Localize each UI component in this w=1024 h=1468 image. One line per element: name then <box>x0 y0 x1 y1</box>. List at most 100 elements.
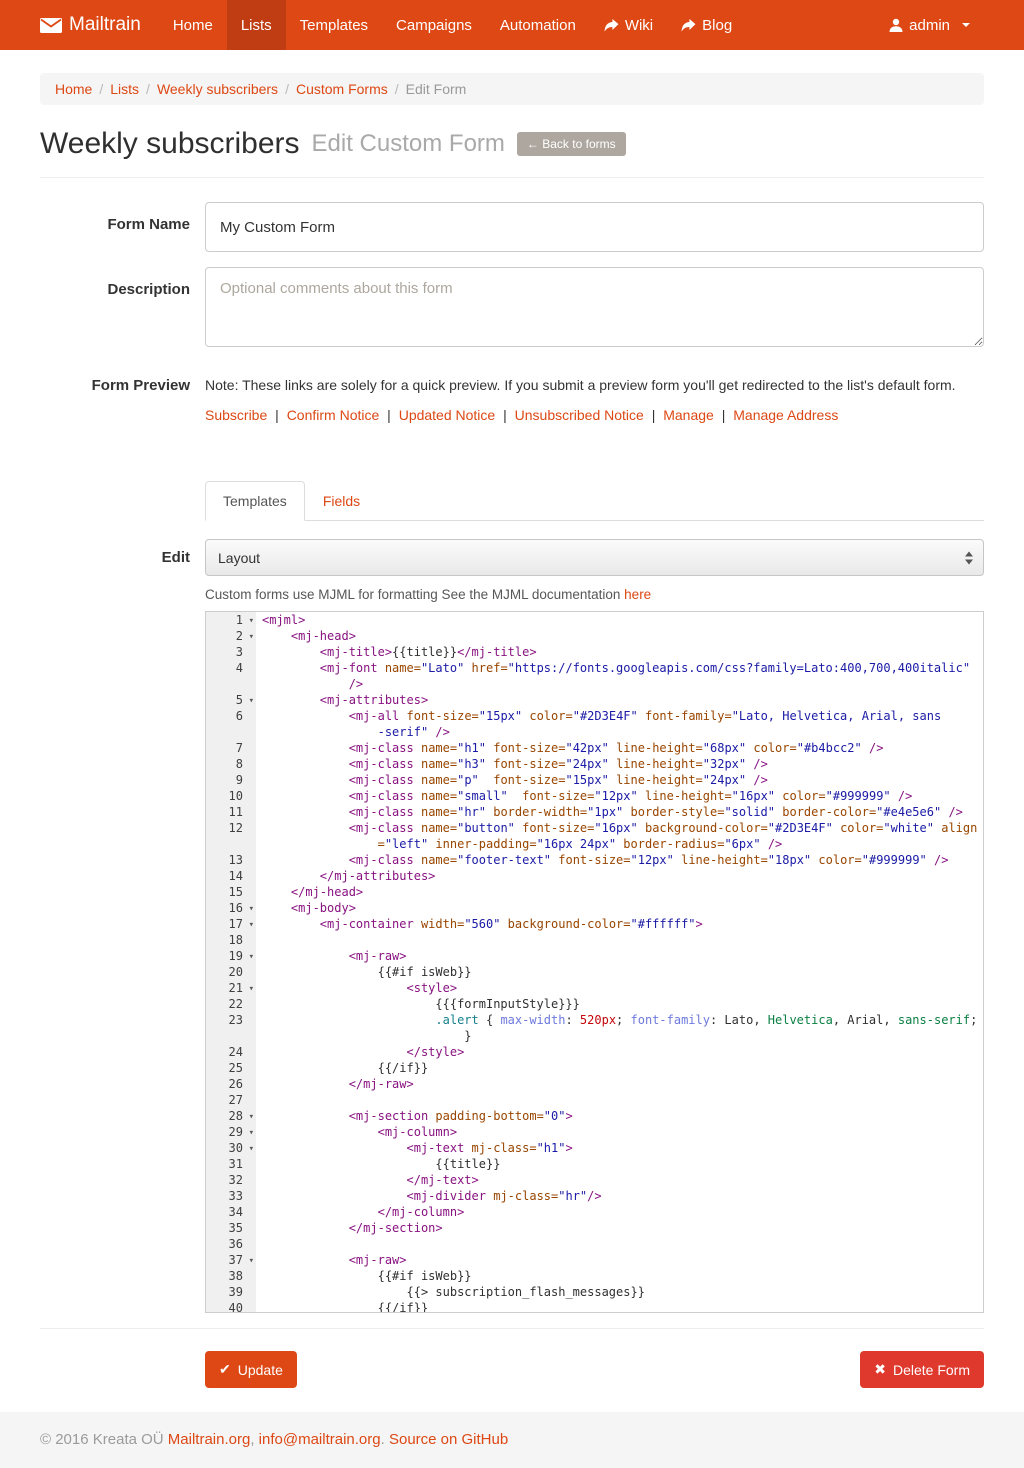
nav-item-wiki[interactable]: Wiki <box>590 0 667 50</box>
line-number: 21▾ <box>206 980 256 996</box>
code-content: /> <box>256 676 983 692</box>
form-name-label: Form Name <box>40 202 190 252</box>
code-line: 23 .alert { max-width: 520px; font-famil… <box>206 1012 983 1028</box>
code-content: <mj-text mj-class="h1"> <box>256 1140 983 1156</box>
line-number: 2▾ <box>206 628 256 644</box>
nav-item-lists[interactable]: Lists <box>227 0 286 50</box>
code-content: <mj-divider mj-class="hr"/> <box>256 1188 983 1204</box>
brand-logo[interactable]: Mailtrain <box>40 0 159 50</box>
line-number: 27 <box>206 1092 256 1108</box>
preview-link-manage[interactable]: Manage <box>663 407 714 423</box>
breadcrumb-separator: / <box>388 81 406 97</box>
code-line: 2▾ <mj-head> <box>206 628 983 644</box>
fold-arrow-icon[interactable]: ▾ <box>249 901 254 917</box>
code-line: 8 <mj-class name="h3" font-size="24px" l… <box>206 756 983 772</box>
code-line: 6 <mj-all font-size="15px" color="#2D3E4… <box>206 708 983 724</box>
code-line: 35 </mj-section> <box>206 1220 983 1236</box>
breadcrumb-link-home[interactable]: Home <box>55 81 92 97</box>
preview-link-separator: | <box>714 407 733 423</box>
footer-link-mailtrain-org[interactable]: Mailtrain.org <box>168 1431 251 1448</box>
nav-item-blog[interactable]: Blog <box>667 0 746 50</box>
form-name-input[interactable] <box>205 202 984 252</box>
tab-templates[interactable]: Templates <box>205 481 305 521</box>
line-number: 5▾ <box>206 692 256 708</box>
code-line: 7 <mj-class name="h1" font-size="42px" l… <box>206 740 983 756</box>
nav-item-home[interactable]: Home <box>159 0 227 50</box>
code-content: <mj-font name="Lato" href="https://fonts… <box>256 660 983 676</box>
footer-link-info-mailtrain-org[interactable]: info@mailtrain.org <box>259 1431 381 1448</box>
preview-link-updated-notice[interactable]: Updated Notice <box>399 407 496 423</box>
footer-link-source-on-github[interactable]: Source on GitHub <box>389 1431 508 1448</box>
form-preview-label: Form Preview <box>40 375 190 423</box>
preview-link-manage-address[interactable]: Manage Address <box>733 407 838 423</box>
preview-link-subscribe[interactable]: Subscribe <box>205 407 267 423</box>
code-line: 39 {{> subscription_flash_messages}} <box>206 1284 983 1300</box>
code-content <box>256 1236 983 1252</box>
fold-arrow-icon[interactable]: ▾ <box>249 693 254 709</box>
line-number: 40 <box>206 1300 256 1313</box>
fold-arrow-icon[interactable]: ▾ <box>249 949 254 965</box>
code-line: 30▾ <mj-text mj-class="h1"> <box>206 1140 983 1156</box>
line-number: 37▾ <box>206 1252 256 1268</box>
tab-fields[interactable]: Fields <box>305 481 378 521</box>
breadcrumb-link-custom-forms[interactable]: Custom Forms <box>296 81 388 97</box>
code-line: ="left" inner-padding="16px 24px" border… <box>206 836 983 852</box>
edit-label: Edit <box>40 539 190 576</box>
line-number: 16▾ <box>206 900 256 916</box>
back-to-forms-button[interactable]: ← Back to forms <box>517 132 626 156</box>
preview-link-unsubscribed-notice[interactable]: Unsubscribed Notice <box>515 407 644 423</box>
code-line: 40 {{/if}} <box>206 1300 983 1313</box>
code-content: <mj-class name="small" font-size="12px" … <box>256 788 983 804</box>
code-content: </mj-raw> <box>256 1076 983 1092</box>
user-menu[interactable]: admin <box>875 17 984 34</box>
code-content <box>256 1092 983 1108</box>
breadcrumb-link-lists[interactable]: Lists <box>110 81 139 97</box>
code-line: 36 <box>206 1236 983 1252</box>
top-navbar: Mailtrain HomeListsTemplatesCampaignsAut… <box>0 0 1024 50</box>
description-textarea[interactable] <box>205 267 984 347</box>
code-content: {{/if}} <box>256 1060 983 1076</box>
fold-arrow-icon[interactable]: ▾ <box>249 1109 254 1125</box>
line-number: 30▾ <box>206 1140 256 1156</box>
footer-text: © 2016 Kreata OÜ Mailtrain.org, info@mai… <box>40 1431 984 1448</box>
edit-template-select[interactable]: Layout <box>205 539 984 576</box>
line-number: 19▾ <box>206 948 256 964</box>
fold-arrow-icon[interactable]: ▾ <box>249 1141 254 1157</box>
delete-form-button[interactable]: ✖ Delete Form <box>860 1351 984 1388</box>
fold-arrow-icon[interactable]: ▾ <box>249 1253 254 1269</box>
fold-arrow-icon[interactable]: ▾ <box>249 1125 254 1141</box>
select-value: Layout <box>218 550 260 566</box>
code-content: {{title}} <box>256 1156 983 1172</box>
preview-link-confirm-notice[interactable]: Confirm Notice <box>287 407 380 423</box>
fold-arrow-icon[interactable]: ▾ <box>249 981 254 997</box>
line-number: 1▾ <box>206 612 256 628</box>
footer-copyright: , <box>250 1431 258 1448</box>
line-number: 15 <box>206 884 256 900</box>
code-line: 34 </mj-column> <box>206 1204 983 1220</box>
mjml-doc-link[interactable]: here <box>624 587 651 602</box>
code-content: <mj-all font-size="15px" color="#2D3E4F"… <box>256 708 983 724</box>
line-number: 8 <box>206 756 256 772</box>
line-number: 6 <box>206 708 256 724</box>
mjml-code-editor[interactable]: 1▾<mjml>2▾ <mj-head>3 <mj-title>{{title}… <box>205 611 984 1313</box>
line-number: 36 <box>206 1236 256 1252</box>
nav-item-templates[interactable]: Templates <box>286 0 382 50</box>
fold-arrow-icon[interactable]: ▾ <box>249 917 254 933</box>
code-content: <mj-class name="p" font-size="15px" line… <box>256 772 983 788</box>
chevron-down-icon <box>962 23 970 27</box>
nav-item-automation[interactable]: Automation <box>486 0 590 50</box>
code-line: } <box>206 1028 983 1044</box>
code-line: 16▾ <mj-body> <box>206 900 983 916</box>
line-number: 39 <box>206 1284 256 1300</box>
code-line: 9 <mj-class name="p" font-size="15px" li… <box>206 772 983 788</box>
fold-arrow-icon[interactable]: ▾ <box>249 613 254 629</box>
fold-arrow-icon[interactable]: ▾ <box>249 629 254 645</box>
line-number <box>206 676 256 692</box>
code-line: 38 {{#if isWeb}} <box>206 1268 983 1284</box>
nav-item-campaigns[interactable]: Campaigns <box>382 0 486 50</box>
line-number <box>206 1028 256 1044</box>
update-button[interactable]: ✔ Update <box>205 1351 297 1388</box>
line-number: 35 <box>206 1220 256 1236</box>
breadcrumb-link-weekly-subscribers[interactable]: Weekly subscribers <box>157 81 278 97</box>
code-content: <mjml> <box>256 612 983 628</box>
